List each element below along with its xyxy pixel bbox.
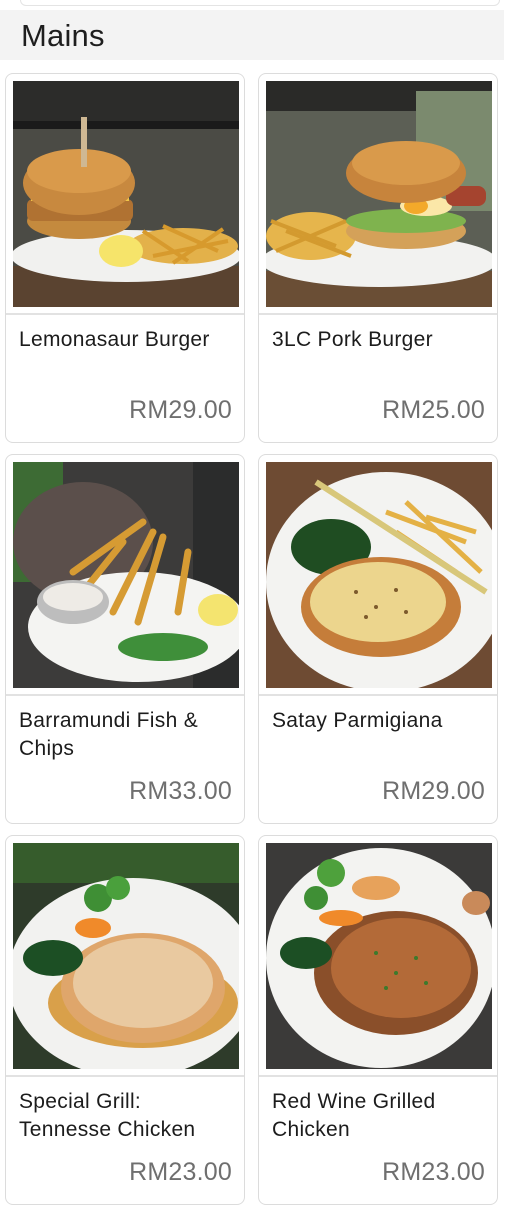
menu-item-card[interactable]: Lemonasaur Burger RM29.00 xyxy=(5,73,245,443)
menu-item-card[interactable]: Red Wine Grilled Chicken RM23.00 xyxy=(258,835,498,1205)
fish-and-chips-photo xyxy=(13,462,239,688)
item-name: Lemonasaur Burger xyxy=(19,328,210,351)
menu-item-card[interactable]: Satay Parmigiana RM29.00 xyxy=(258,454,498,824)
item-name: 3LC Pork Burger xyxy=(272,328,433,351)
item-price: RM25.00 xyxy=(382,396,485,424)
red-wine-chicken-photo xyxy=(266,843,492,1069)
grilled-chicken-photo xyxy=(13,843,239,1069)
item-price: RM23.00 xyxy=(382,1158,485,1186)
card-divider xyxy=(259,1075,497,1077)
item-name: Red Wine Grilled Chicken xyxy=(272,1090,436,1141)
menu-item-card[interactable]: Barramundi Fish & Chips RM33.00 xyxy=(5,454,245,824)
item-name: Special Grill: Tennesse Chicken xyxy=(19,1090,196,1141)
menu-item-card[interactable]: 3LC Pork Burger RM25.00 xyxy=(258,73,498,443)
card-divider xyxy=(259,313,497,315)
item-price: RM23.00 xyxy=(129,1158,232,1186)
item-name: Satay Parmigiana xyxy=(272,709,443,732)
section-header: Mains xyxy=(0,10,504,60)
item-name: Barramundi Fish & Chips xyxy=(19,709,198,760)
item-price: RM29.00 xyxy=(382,777,485,805)
card-divider xyxy=(6,1075,244,1077)
burger-photo xyxy=(13,81,239,307)
card-divider xyxy=(259,694,497,696)
parmigiana-photo xyxy=(266,462,492,688)
burger-photo xyxy=(266,81,492,307)
previous-card-edge xyxy=(20,0,500,6)
card-divider xyxy=(6,313,244,315)
menu-item-card[interactable]: Special Grill: Tennesse Chicken RM23.00 xyxy=(5,835,245,1205)
section-title: Mains xyxy=(21,18,105,53)
item-price: RM33.00 xyxy=(129,777,232,805)
card-divider xyxy=(6,694,244,696)
item-price: RM29.00 xyxy=(129,396,232,424)
